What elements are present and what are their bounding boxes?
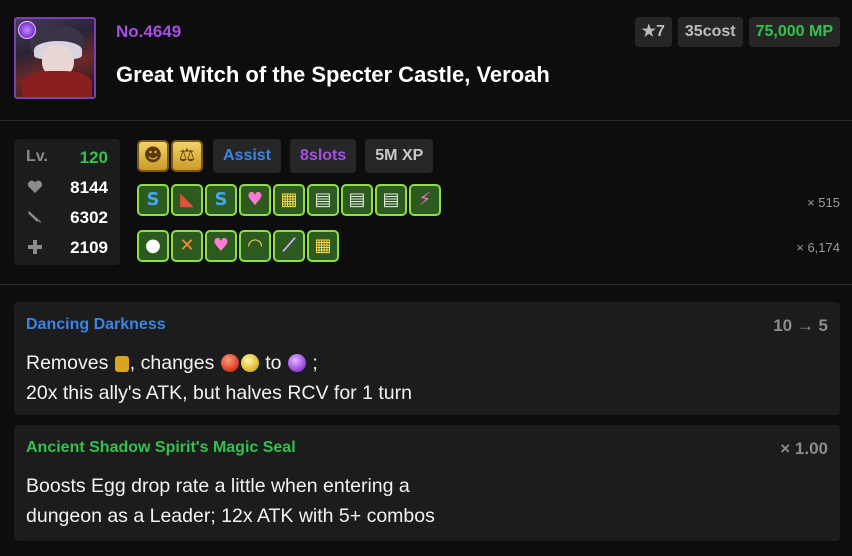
super-awakenings-count: × 6,174 [796, 240, 840, 255]
no-skill-delay-icon[interactable]: ▤ [375, 184, 407, 216]
team-buff-icon[interactable]: ◠ [239, 230, 271, 262]
badge-row: ☻ ⚖ Assist 8slots 5M XP [137, 139, 434, 173]
active-skill-cooldown: 10 → 5 [773, 316, 828, 335]
skill-boost-plus-icon[interactable]: S [137, 184, 169, 216]
devil-type-icon[interactable]: ☻ [137, 140, 169, 172]
leader-skill-description: Boosts Egg drop rate a little when enter… [26, 471, 435, 531]
spike-shield-icon[interactable]: ◣ [171, 184, 203, 216]
dark-orb-icon [287, 354, 306, 372]
no-skill-delay-icon[interactable]: ▤ [307, 184, 339, 216]
heart-icon [27, 180, 43, 193]
portrait-cloak [22, 71, 92, 97]
fire-orb-icon [220, 354, 239, 372]
stat-atk: 6302 [14, 202, 120, 232]
egg-drop-icon[interactable]: ● [137, 230, 169, 262]
sword-icon [28, 211, 41, 223]
assist-badge: Assist [213, 139, 282, 173]
stats-panel: Lv. 120 8144 6302 2109 [14, 139, 120, 265]
super-awakenings-row: ● ✕ ♥ ◠ ⟋ ▦ [137, 230, 339, 262]
dark-attribute-icon [18, 21, 36, 39]
leader-skill-line-1: Boosts Egg drop rate a little when enter… [26, 475, 410, 497]
slots-badge: 8slots [290, 139, 357, 173]
stat-level: Lv. 120 [14, 142, 120, 172]
info-pills: ★7 35cost 75,000 MP [634, 17, 840, 47]
rainbow-orb-icon[interactable]: ▦ [273, 184, 305, 216]
monster-portrait[interactable] [14, 17, 96, 99]
hp-value: 8144 [70, 178, 108, 197]
leader-skill-name: Ancient Shadow Spirit's Magic Seal [26, 439, 296, 456]
active-skill-text-1: Removes [26, 352, 109, 374]
header-divider [0, 120, 852, 121]
team-heal-icon[interactable]: ♥ [205, 230, 237, 262]
rainbow-orb-icon[interactable]: ▦ [307, 230, 339, 262]
awakenings-row: S ◣ S ♥ ▦ ▤ ▤ ▤ ⚡ [137, 184, 441, 216]
stat-hp: 8144 [14, 172, 120, 202]
balanced-type-icon[interactable]: ⚖ [171, 140, 203, 172]
xp-badge: 5M XP [365, 139, 434, 173]
guard-break-icon[interactable]: ⚡ [409, 184, 441, 216]
jammer-icon[interactable]: ✕ [171, 230, 203, 262]
level-value: 120 [79, 148, 108, 167]
leader-skill-multiplier: × 1.00 [780, 439, 828, 458]
type-icons: ☻ ⚖ [137, 140, 203, 172]
light-orb-icon [240, 354, 259, 372]
skill-boost-minus-icon[interactable]: S [205, 184, 237, 216]
active-skill-text-3: to [265, 352, 282, 374]
rarity-pill: ★7 [634, 17, 672, 47]
active-skill-description: Removes , changes to ; 20x this ally's A… [26, 348, 412, 408]
active-skill-text-2: , changes [129, 352, 215, 374]
no-skill-delay-icon[interactable]: ▤ [341, 184, 373, 216]
card-number: No.4649 [116, 22, 182, 41]
card-header: No.4649 Great Witch of the Specter Castl… [0, 0, 852, 120]
active-skill-panel: Dancing Darkness 10 → 5 Removes , change… [14, 302, 840, 415]
rcv-value: 2109 [70, 238, 108, 257]
mp-pill: 75,000 MP [748, 17, 840, 47]
lock-icon [114, 356, 129, 372]
stat-rcv: 2109 [14, 232, 120, 262]
stats-divider [0, 284, 852, 285]
atk-value: 6302 [70, 208, 108, 227]
active-skill-text-5: 20x this ally's ATK, but halves RCV for … [26, 382, 412, 404]
cost-pill: 35cost [677, 17, 743, 47]
active-skill-name: Dancing Darkness [26, 316, 166, 333]
plus-icon [28, 240, 42, 254]
leader-skill-line-2: dungeon as a Leader; 12x ATK with 5+ com… [26, 505, 435, 527]
awakenings-count: × 515 [807, 195, 840, 210]
poison-resist-icon[interactable]: ⟋ [273, 230, 305, 262]
active-skill-text-4: ; [312, 352, 318, 374]
leader-skill-panel: Ancient Shadow Spirit's Magic Seal × 1.0… [14, 425, 840, 541]
level-label: Lv. [26, 148, 48, 165]
card-name: Great Witch of the Specter Castle, Veroa… [116, 62, 550, 87]
team-heal-icon[interactable]: ♥ [239, 184, 271, 216]
